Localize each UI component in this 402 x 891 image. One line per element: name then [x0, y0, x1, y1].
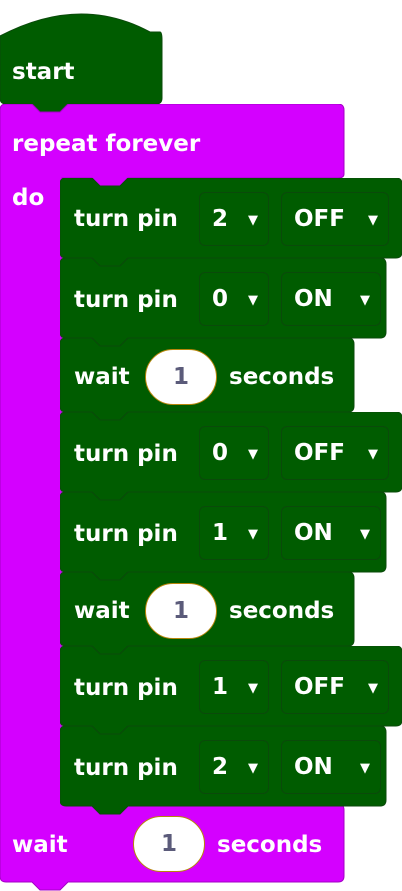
caret-down-icon: ▼	[248, 213, 258, 228]
state-value: ON	[294, 754, 333, 780]
start-block[interactable]	[0, 0, 170, 112]
state-dropdown[interactable]: ON ▼	[281, 272, 381, 326]
wait-seconds-input[interactable]: 1	[133, 816, 205, 872]
seconds-label: seconds	[229, 598, 335, 624]
state-value: OFF	[294, 440, 345, 466]
pin-dropdown[interactable]: 0 ▼	[199, 272, 269, 326]
state-value: OFF	[294, 206, 345, 232]
pin-value: 0	[212, 286, 229, 312]
wait-label: wait	[12, 832, 68, 858]
pin-value: 2	[212, 754, 229, 780]
turn-pin-label: turn pin	[74, 675, 178, 701]
turn-pin-label: turn pin	[74, 206, 178, 232]
state-value: ON	[294, 286, 333, 312]
state-value: OFF	[294, 674, 345, 700]
pin-dropdown[interactable]: 2 ▼	[199, 192, 269, 246]
start-label: start	[12, 59, 75, 85]
state-value: ON	[294, 520, 333, 546]
caret-down-icon: ▼	[360, 761, 370, 776]
pin-value: 1	[212, 520, 229, 546]
seconds-label: seconds	[229, 364, 335, 390]
state-dropdown[interactable]: OFF ▼	[281, 426, 389, 480]
caret-down-icon: ▼	[248, 447, 258, 462]
pin-value: 1	[212, 674, 229, 700]
do-label: do	[12, 185, 45, 211]
caret-down-icon: ▼	[248, 681, 258, 696]
state-dropdown[interactable]: OFF ▼	[281, 660, 389, 714]
seconds-label: seconds	[217, 832, 323, 858]
caret-down-icon: ▼	[368, 213, 378, 228]
pin-value: 2	[212, 206, 229, 232]
turn-pin-label: turn pin	[74, 521, 178, 547]
turn-pin-label: turn pin	[74, 755, 178, 781]
caret-down-icon: ▼	[368, 681, 378, 696]
caret-down-icon: ▼	[360, 293, 370, 308]
wait-seconds-input[interactable]: 1	[145, 583, 217, 639]
turn-pin-label: turn pin	[74, 287, 178, 313]
caret-down-icon: ▼	[248, 293, 258, 308]
pin-value: 0	[212, 440, 229, 466]
caret-down-icon: ▼	[368, 447, 378, 462]
wait-seconds-input[interactable]: 1	[145, 349, 217, 405]
turn-pin-label: turn pin	[74, 441, 178, 467]
pin-dropdown[interactable]: 0 ▼	[199, 426, 269, 480]
state-dropdown[interactable]: ON ▼	[281, 506, 381, 560]
wait-label: wait	[74, 598, 130, 624]
pin-dropdown[interactable]: 2 ▼	[199, 740, 269, 794]
repeat-forever-label: repeat forever	[12, 131, 201, 157]
wait-label: wait	[74, 364, 130, 390]
state-dropdown[interactable]: ON ▼	[281, 740, 381, 794]
state-dropdown[interactable]: OFF ▼	[281, 192, 389, 246]
pin-dropdown[interactable]: 1 ▼	[199, 660, 269, 714]
caret-down-icon: ▼	[248, 527, 258, 542]
pin-dropdown[interactable]: 1 ▼	[199, 506, 269, 560]
caret-down-icon: ▼	[360, 527, 370, 542]
caret-down-icon: ▼	[248, 761, 258, 776]
